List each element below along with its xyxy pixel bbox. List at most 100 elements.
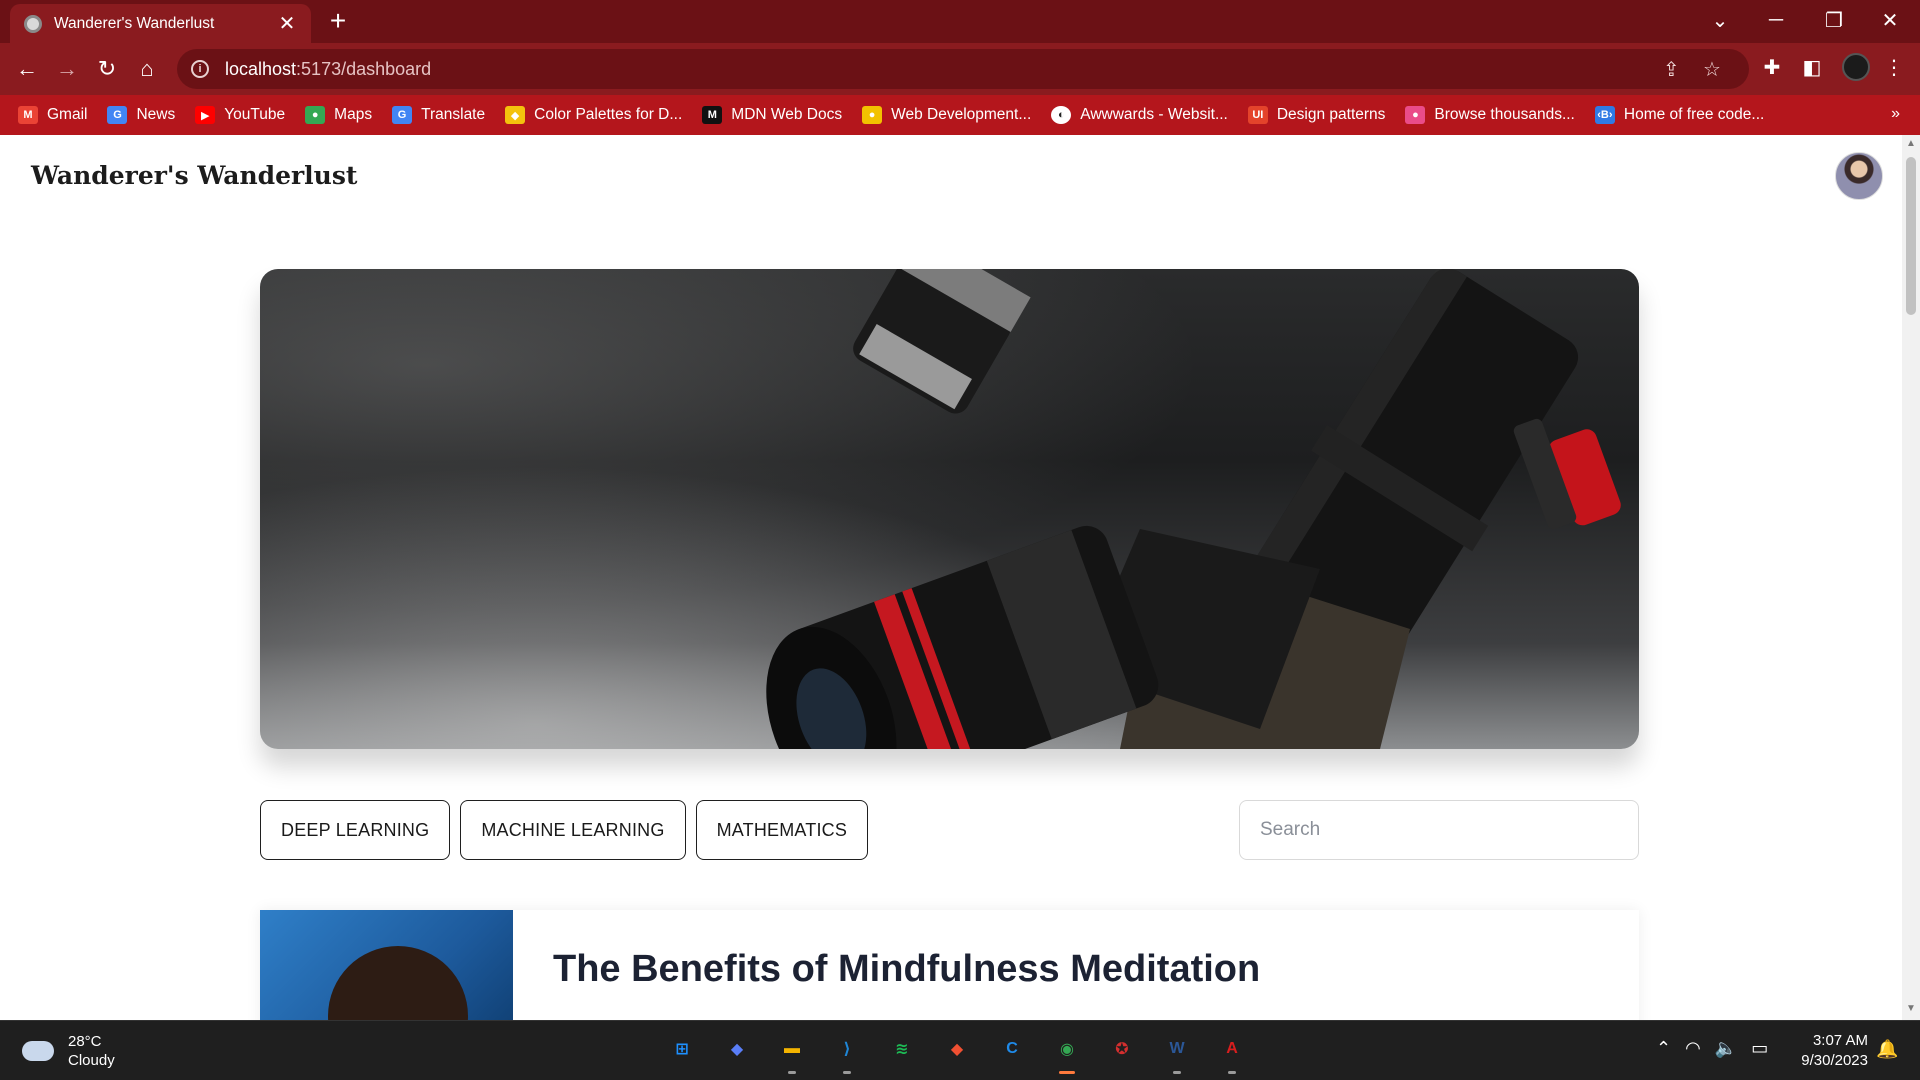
vscode-icon[interactable]: ⟩ (829, 1031, 865, 1074)
bookmark-item[interactable]: ◐ Awwwards - Websit... (1051, 106, 1228, 124)
bookmark-label: MDN Web Docs (731, 106, 843, 123)
home-icon[interactable]: ⌂ (131, 53, 163, 85)
profile-avatar-icon[interactable] (1842, 53, 1870, 81)
webdev-icon: ● (862, 106, 883, 124)
share-icon[interactable]: ⇪ (1663, 57, 1680, 82)
restore-button[interactable]: ❐ (1806, 0, 1862, 40)
bookmark-label: Maps (334, 106, 373, 123)
post-card[interactable]: The Benefits of Mindfulness Meditation (260, 910, 1639, 1020)
tab-search-icon[interactable]: ⌄ (1692, 0, 1748, 40)
volume-icon[interactable]: 🔈 (1715, 1038, 1737, 1059)
post-thumbnail (260, 910, 513, 1020)
scroll-up-arrow-icon[interactable]: ▲ (1905, 138, 1917, 149)
translate-icon: G (392, 106, 413, 124)
category-filter-group: DEEP LEARNING MACHINE LEARNING MATHEMATI… (260, 800, 869, 860)
cloud-icon (22, 1041, 54, 1061)
bookmarks-bar: M Gmail G News ▶ YouTube ● Maps G Translate ◆ Color… (0, 95, 1920, 135)
bookmark-item[interactable]: ● Maps (305, 106, 372, 124)
close-tab-icon[interactable]: ✕ (277, 11, 297, 36)
browser-toolbar: ← → ↻ ⌂ i localhost:5173/dashboard ⇪ ☆ ✚… (0, 43, 1920, 95)
youtube-icon: ▶ (195, 106, 216, 124)
weather-temperature: 28°C (68, 1033, 102, 1050)
bookmark-label: Color Palettes for D... (534, 106, 683, 123)
tab-title: Wanderer's Wanderlust (54, 14, 215, 32)
url-path: :5173/dashboard (296, 58, 432, 79)
battery-icon[interactable]: ▭ (1751, 1038, 1768, 1059)
back-arrow-icon[interactable]: ← (11, 53, 43, 85)
copilot-icon[interactable]: ◆ (719, 1031, 755, 1067)
red-app-icon[interactable]: ✪ (1104, 1031, 1140, 1067)
page-scrollbar[interactable]: ▲ ▼ (1902, 135, 1920, 1020)
chrome-icon[interactable]: ◉ (1049, 1031, 1085, 1074)
bookmark-label: Home of free code... (1623, 106, 1765, 123)
acrobat-icon[interactable]: A (1214, 1031, 1250, 1074)
bookmark-item[interactable]: M MDN Web Docs (702, 106, 842, 124)
ui-icon: UI (1247, 106, 1268, 124)
bookmarks-overflow-icon[interactable]: » (1891, 105, 1900, 123)
user-avatar[interactable] (1835, 152, 1883, 200)
dribbble-icon: ● (1405, 106, 1426, 124)
c-app-icon[interactable]: C (994, 1031, 1030, 1067)
spotify-icon[interactable]: ≋ (884, 1031, 920, 1067)
star-bookmark-icon[interactable]: ☆ (1703, 57, 1721, 82)
post-title[interactable]: The Benefits of Mindfulness Meditation (553, 948, 1260, 991)
site-info-icon[interactable]: i (191, 60, 209, 78)
browser-tab-active[interactable]: Wanderer's Wanderlust ✕ (10, 4, 311, 43)
bookmark-label: YouTube (224, 106, 286, 123)
bookmark-item[interactable]: ● Browse thousands... (1405, 106, 1575, 124)
notification-bell-icon[interactable]: 🔔 (1876, 1039, 1898, 1060)
bookmark-label: Awwwards - Websit... (1080, 106, 1228, 123)
taskbar-clock[interactable]: 3:07 AM 9/30/2023 (1790, 1031, 1868, 1071)
new-tab-button[interactable]: + (322, 5, 354, 37)
bookmark-item[interactable]: ◆ Color Palettes for D... (505, 106, 682, 124)
bookmark-item[interactable]: G Translate (392, 106, 485, 124)
code-icon: ‹B› (1594, 106, 1615, 124)
side-panel-icon[interactable]: ◧ (1798, 55, 1826, 80)
wifi-icon[interactable]: ◠ (1685, 1038, 1701, 1059)
mdn-icon: M (702, 106, 723, 124)
address-bar[interactable]: i localhost:5173/dashboard ⇪ ☆ (177, 49, 1749, 89)
awwwards-icon: ◐ (1051, 106, 1072, 124)
filter-deep-learning[interactable]: DEEP LEARNING (260, 800, 451, 860)
bookmark-item[interactable]: G News (107, 106, 175, 124)
minimize-button[interactable]: ─ (1748, 0, 1804, 40)
page-viewport: Wanderer's Wanderlust DEEP LEARNING MACH… (0, 135, 1902, 1020)
bookmark-item[interactable]: UI Design patterns (1247, 106, 1386, 124)
search-input[interactable] (1239, 800, 1639, 860)
bookmark-item[interactable]: ▶ YouTube (195, 106, 285, 124)
reload-icon[interactable]: ↻ (91, 53, 123, 85)
filter-machine-learning[interactable]: MACHINE LEARNING (460, 800, 686, 860)
maps-icon: ● (305, 106, 326, 124)
bookmark-label: Translate (421, 106, 486, 123)
bookmark-item[interactable]: ● Web Development... (862, 106, 1031, 124)
globe-icon (24, 14, 42, 33)
system-tray: ⌃ ◠ 🔈 ▭ (1656, 1038, 1768, 1059)
windows-start-icon[interactable]: ⊞ (664, 1031, 700, 1067)
bookmark-item[interactable]: M Gmail (18, 106, 87, 124)
close-window-button[interactable]: ✕ (1862, 0, 1918, 40)
hero-image (260, 269, 1639, 749)
word-icon[interactable]: W (1159, 1031, 1195, 1074)
weather-description: Cloudy (68, 1052, 115, 1069)
git-icon[interactable]: ◆ (939, 1031, 975, 1067)
forward-arrow-icon[interactable]: → (51, 53, 83, 85)
palette-icon: ◆ (505, 106, 526, 124)
gmail-icon: M (18, 106, 38, 124)
bookmark-label: News (136, 106, 176, 123)
menu-kebab-icon[interactable]: ⋮ (1880, 55, 1908, 80)
scrollbar-thumb[interactable] (1906, 157, 1916, 315)
tray-overflow-chevron-icon[interactable]: ⌃ (1656, 1038, 1671, 1059)
filter-mathematics[interactable]: MATHEMATICS (695, 800, 869, 860)
site-title[interactable]: Wanderer's Wanderlust (31, 161, 357, 190)
bookmark-label: Browse thousands... (1434, 106, 1575, 123)
bookmark-item[interactable]: ‹B› Home of free code... (1594, 106, 1765, 124)
taskbar-apps: ⊞ ◆ ▬ ⟩ ≋ ◆ C ◉ ✪ W A (664, 1031, 1250, 1074)
extensions-puzzle-icon[interactable]: ✚ (1758, 55, 1786, 80)
bookmark-label: Web Development... (891, 106, 1032, 123)
tab-strip: Wanderer's Wanderlust ✕ + ⌄ ─ ❐ ✕ (0, 0, 1920, 43)
telescope-eyepiece-illustration (766, 269, 1621, 749)
scroll-down-arrow-icon[interactable]: ▼ (1905, 1003, 1917, 1014)
weather-widget[interactable]: 28°C Cloudy (22, 1032, 115, 1070)
bookmark-label: Design patterns (1276, 106, 1386, 123)
file-explorer-icon[interactable]: ▬ (774, 1031, 810, 1074)
